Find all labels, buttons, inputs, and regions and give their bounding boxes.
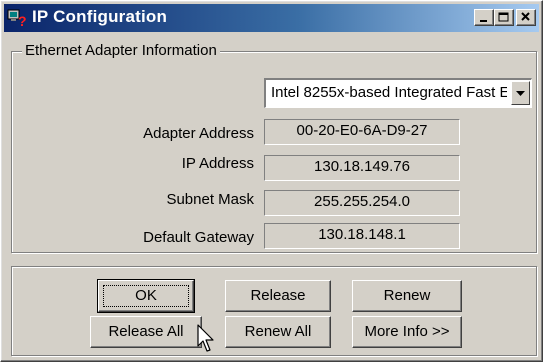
- adapter-address-label: Adapter Address: [143, 125, 254, 142]
- mouse-pointer-icon: [197, 324, 214, 352]
- more-info-button-label: More Info >>: [364, 323, 450, 340]
- adapter-dropdown-button[interactable]: [511, 81, 530, 105]
- release-all-button[interactable]: Release All: [90, 316, 202, 348]
- subnet-mask-value: 255.255.254.0: [264, 190, 460, 216]
- default-gateway-label: Default Gateway: [143, 229, 254, 246]
- minimize-button[interactable]: [474, 9, 494, 26]
- window-title: IP Configuration: [32, 7, 168, 26]
- ok-button[interactable]: OK: [97, 279, 195, 313]
- minimize-icon: [480, 20, 487, 22]
- maximize-button[interactable]: [494, 9, 514, 26]
- renew-all-button[interactable]: Renew All: [225, 316, 331, 348]
- group-legend: Ethernet Adapter Information: [22, 42, 220, 59]
- adapter-select[interactable]: Intel 8255x-based Integrated Fast Ethern…: [264, 78, 532, 108]
- renew-button-label: Renew: [383, 287, 431, 304]
- close-button[interactable]: [516, 9, 536, 26]
- ip-configuration-window: ? IP Configuration Ethernet Adapter Info…: [0, 0, 543, 362]
- focus-rect: [103, 285, 189, 307]
- release-all-button-label: Release All: [108, 323, 184, 340]
- release-button-label: Release: [250, 287, 306, 304]
- ip-address-label: IP Address: [181, 155, 254, 172]
- release-button[interactable]: Release: [225, 280, 331, 312]
- subnet-mask-label: Subnet Mask: [166, 191, 254, 208]
- network-question-icon: ?: [7, 9, 27, 28]
- title-bar[interactable]: ? IP Configuration: [4, 4, 539, 32]
- close-icon: [521, 12, 530, 21]
- chevron-down-icon: [516, 91, 525, 96]
- svg-text:?: ?: [18, 13, 27, 28]
- more-info-button[interactable]: More Info >>: [352, 316, 462, 348]
- adapter-select-value: Intel 8255x-based Integrated Fast Ethern…: [271, 84, 507, 101]
- renew-all-button-label: Renew All: [244, 323, 312, 340]
- ip-address-value: 130.18.149.76: [264, 155, 460, 181]
- default-gateway-value: 130.18.148.1: [264, 223, 460, 249]
- adapter-address-value: 00-20-E0-6A-D9-27: [264, 119, 460, 145]
- renew-button[interactable]: Renew: [352, 280, 462, 312]
- maximize-icon: [498, 12, 509, 22]
